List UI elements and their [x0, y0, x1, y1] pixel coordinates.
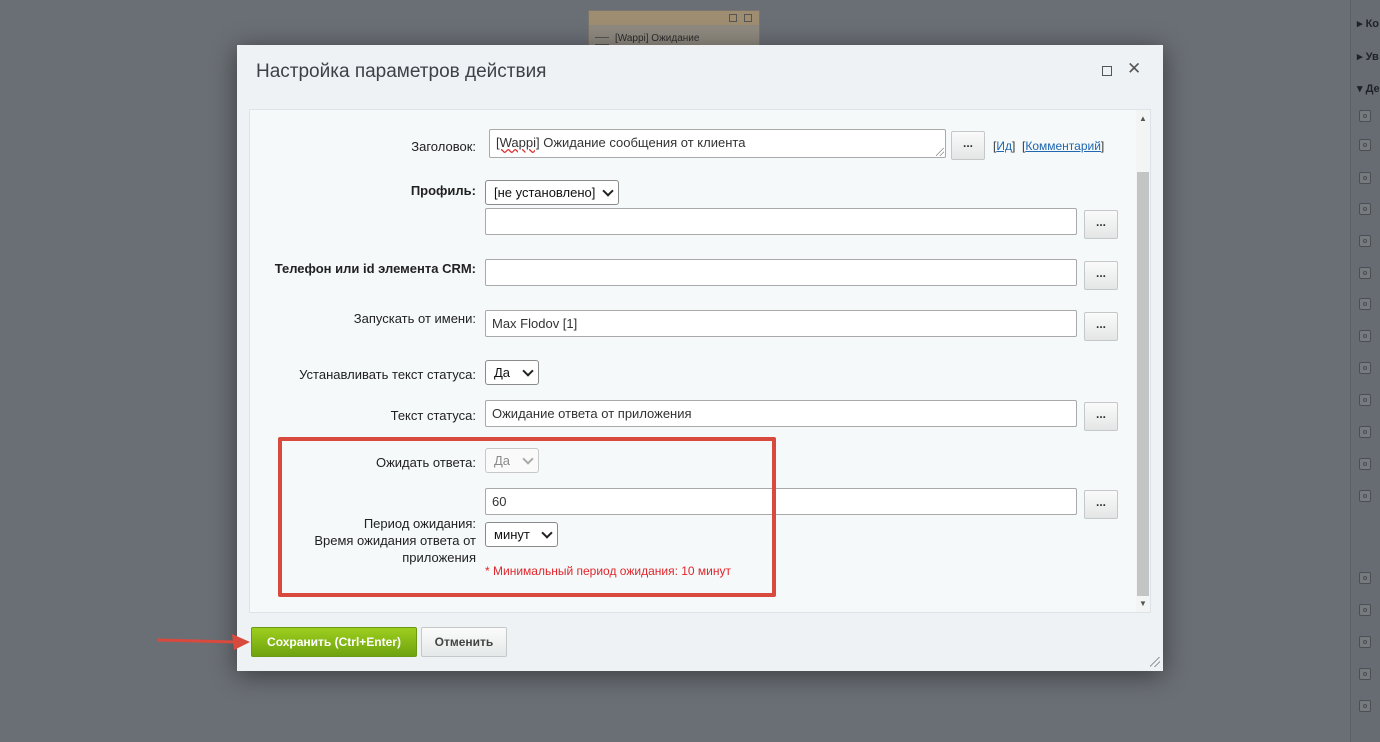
- activity-icon[interactable]: [1359, 362, 1371, 374]
- title-label: Заголовок:: [411, 139, 476, 154]
- title-input-prefix: [Wappi]: [496, 135, 540, 150]
- activity-icon[interactable]: [1359, 172, 1371, 184]
- activity-icon[interactable]: [1359, 572, 1371, 584]
- right-side-panel: ▸ Ко ▸ Ув ▾ Де: [1350, 0, 1380, 742]
- activity-icon[interactable]: [1359, 203, 1371, 215]
- title-input[interactable]: [Wappi] Ожидание сообщения от клиента: [489, 129, 946, 158]
- activity-icon[interactable]: [1359, 426, 1371, 438]
- profile-select-value: [не установлено]: [494, 185, 596, 200]
- phone-label: Телефон или id элемента CRM:: [274, 261, 476, 276]
- cancel-button[interactable]: Отменить: [421, 627, 507, 657]
- scroll-up-icon[interactable]: ▲: [1139, 114, 1147, 123]
- scroll-down-icon[interactable]: ▼: [1139, 599, 1147, 608]
- right-panel-section-3[interactable]: ▾ Де: [1357, 82, 1380, 95]
- background-card-settings-icon: [729, 14, 737, 22]
- close-icon[interactable]: ✕: [1127, 59, 1141, 79]
- title-dots-button[interactable]: ...: [951, 131, 985, 160]
- resize-grip-icon[interactable]: [936, 148, 944, 156]
- activity-icon[interactable]: [1359, 490, 1371, 502]
- dialog-title: Настройка параметров действия: [256, 61, 547, 82]
- title-links: [Ид] [Комментарий]: [993, 139, 1105, 153]
- background-card-menu-icon: [595, 37, 609, 45]
- set-status-label: Устанавливать текст статуса:: [299, 367, 476, 382]
- scrollbar-thumb[interactable]: [1137, 172, 1149, 596]
- activity-icon[interactable]: [1359, 139, 1371, 151]
- run-as-dots-button[interactable]: ...: [1084, 312, 1118, 341]
- run-as-input[interactable]: Max Flodov [1]: [485, 310, 1077, 337]
- phone-dots-button[interactable]: ...: [1084, 261, 1118, 290]
- activity-icon[interactable]: [1359, 668, 1371, 680]
- period-dots-button[interactable]: ...: [1084, 490, 1118, 519]
- activity-icon[interactable]: [1359, 330, 1371, 342]
- chevron-down-icon: [602, 185, 614, 197]
- activity-icon[interactable]: [1359, 604, 1371, 616]
- id-link[interactable]: Ид: [996, 139, 1012, 153]
- activity-icon[interactable]: [1359, 267, 1371, 279]
- comment-link[interactable]: Комментарий: [1025, 139, 1101, 153]
- chevron-down-icon: [522, 365, 534, 377]
- activity-icon[interactable]: [1359, 235, 1371, 247]
- activity-icon[interactable]: [1359, 458, 1371, 470]
- activity-icon[interactable]: [1359, 636, 1371, 648]
- phone-input[interactable]: [485, 259, 1077, 286]
- right-panel-section-2[interactable]: ▸ Ув: [1357, 50, 1379, 63]
- dialog-header[interactable]: Настройка параметров действия ✕: [237, 45, 1163, 95]
- background-card-close-icon: [744, 14, 752, 22]
- profile-select[interactable]: [не установлено]: [485, 180, 619, 205]
- background-card-title: [Wappi] Ожидание: [615, 33, 700, 44]
- status-text-label: Текст статуса:: [390, 408, 476, 423]
- run-as-label: Запускать от имени:: [353, 311, 476, 326]
- title-input-text: Ожидание сообщения от клиента: [539, 135, 746, 150]
- save-button[interactable]: Сохранить (Ctrl+Enter): [251, 627, 417, 657]
- status-text-dots-button[interactable]: ...: [1084, 402, 1118, 431]
- annotation-highlight-box: [278, 437, 776, 597]
- vertical-scrollbar[interactable]: ▲ ▼: [1136, 110, 1150, 612]
- right-panel-section-1[interactable]: ▸ Ко: [1357, 17, 1379, 30]
- maximize-icon[interactable]: [1102, 66, 1112, 76]
- dialog-resize-grip-icon[interactable]: [1150, 657, 1160, 667]
- activity-icon[interactable]: [1359, 700, 1371, 712]
- activity-icon[interactable]: [1359, 110, 1371, 122]
- set-status-select-value: Да: [494, 365, 511, 380]
- profile-input[interactable]: [485, 208, 1077, 235]
- profile-dots-button[interactable]: ...: [1084, 210, 1118, 239]
- annotation-arrow-icon: [157, 634, 250, 650]
- activity-icon[interactable]: [1359, 298, 1371, 310]
- profile-label: Профиль:: [410, 183, 476, 198]
- set-status-select[interactable]: Да: [485, 360, 539, 385]
- activity-icon[interactable]: [1359, 394, 1371, 406]
- status-text-input[interactable]: Ожидание ответа от приложения: [485, 400, 1077, 427]
